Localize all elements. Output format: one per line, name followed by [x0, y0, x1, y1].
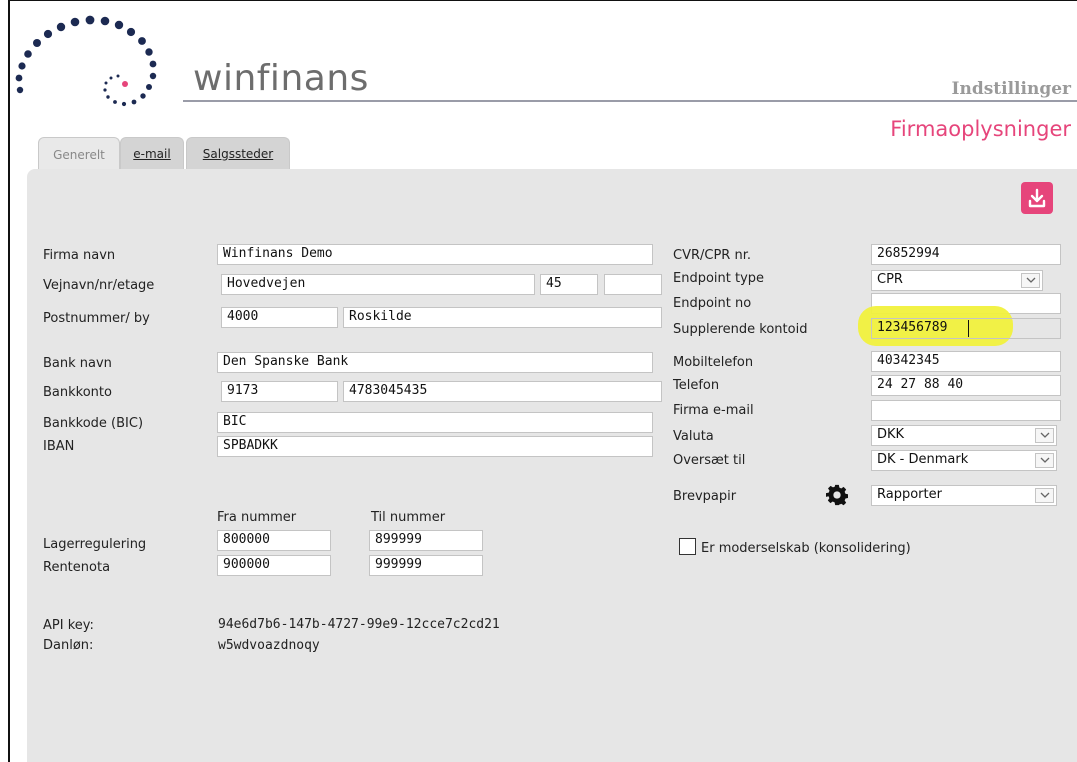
account-number-input[interactable]: 4783045435 [343, 381, 662, 402]
gear-icon[interactable] [826, 484, 848, 506]
brevpapir-value: Rapporter [877, 487, 942, 502]
window-frame-top [8, 0, 1077, 1]
oversaet-select[interactable]: DK - Denmark [871, 450, 1057, 471]
moderselskab-label: Er moderselskab (konsolidering) [701, 541, 911, 556]
supplerende-input[interactable]: 123456789 [871, 318, 1061, 339]
telefon-input[interactable]: 24 27 88 40 [871, 375, 1061, 396]
api-key-value: 94e6d7b6-147b-4727-99e9-12cce7c2cd21 [218, 617, 500, 632]
endpoint-no-label: Endpoint no [673, 296, 752, 311]
oversaet-label: Oversæt til [673, 453, 746, 468]
endpoint-type-label: Endpoint type [673, 271, 765, 286]
firma-email-input[interactable] [871, 400, 1061, 421]
city-input[interactable]: Roskilde [343, 307, 662, 328]
bankkode-label: Bankkode (BIC) [43, 416, 144, 431]
bankkonto-label: Bankkonto [43, 385, 112, 400]
valuta-label: Valuta [673, 429, 714, 444]
floor-input[interactable] [604, 274, 662, 295]
postnummer-label: Postnummer/ by [43, 311, 150, 326]
tab-salgssteder[interactable]: Salgssteder [186, 137, 290, 169]
chevron-down-icon[interactable] [1035, 453, 1054, 468]
download-button[interactable] [1021, 182, 1053, 214]
rentenota-to-input[interactable]: 999999 [369, 555, 483, 576]
chevron-down-icon[interactable] [1035, 428, 1054, 443]
tab-email-label[interactable]: e-mail [133, 147, 170, 161]
brevpapir-label: Brevpapir [673, 489, 737, 504]
house-number-input[interactable]: 45 [540, 274, 598, 295]
page-title: Firmaoplysninger [890, 117, 1071, 141]
endpoint-type-select[interactable]: CPR [871, 270, 1043, 291]
danlon-label: Danløn: [43, 638, 94, 653]
cvr-input[interactable]: 26852994 [871, 244, 1061, 265]
endpoint-type-value: CPR [877, 272, 903, 287]
cvr-label: CVR/CPR nr. [673, 248, 751, 263]
oversaet-value: DK - Denmark [877, 452, 969, 467]
api-key-label: API key: [43, 618, 94, 633]
reg-number-input[interactable]: 9173 [221, 381, 338, 402]
app-name: winfinans [193, 58, 369, 99]
lagerregulering-from-input[interactable]: 800000 [217, 530, 331, 551]
window-frame-left [8, 0, 10, 762]
bank-navn-input[interactable]: Den Spanske Bank [217, 352, 653, 373]
brevpapir-select[interactable]: Rapporter [871, 485, 1057, 506]
rentenota-label: Rentenota [43, 560, 111, 575]
iban-label: IBAN [43, 439, 75, 454]
supplerende-label: Supplerende kontoid [673, 322, 808, 337]
zip-input[interactable]: 4000 [221, 307, 338, 328]
lagerregulering-label: Lagerregulering [43, 537, 147, 552]
lagerregulering-to-input[interactable]: 899999 [369, 530, 483, 551]
vejnavn-label: Vejnavn/nr/etage [43, 278, 155, 293]
download-icon [1028, 188, 1046, 208]
text-cursor [968, 320, 969, 337]
tab-generelt[interactable]: Generelt [38, 137, 120, 171]
moderselskab-checkbox[interactable] [679, 538, 696, 555]
tab-generelt-label: Generelt [53, 147, 105, 162]
tab-email[interactable]: e-mail [120, 137, 184, 169]
firma-email-label: Firma e-mail [673, 403, 754, 418]
valuta-value: DKK [877, 427, 905, 442]
bic-input[interactable]: BIC [217, 412, 653, 433]
to-number-header: Til nummer [371, 510, 446, 525]
mobil-label: Mobiltelefon [673, 355, 754, 370]
bank-navn-label: Bank navn [43, 356, 112, 371]
rentenota-from-input[interactable]: 900000 [217, 555, 331, 576]
iban-input[interactable]: SPBADKK [217, 436, 653, 457]
from-number-header: Fra nummer [217, 510, 297, 525]
settings-link[interactable]: Indstillinger [952, 79, 1071, 99]
header-divider [183, 100, 1077, 102]
street-input[interactable]: Hovedvejen [221, 274, 535, 295]
firma-navn-label: Firma navn [43, 248, 116, 263]
chevron-down-icon[interactable] [1035, 488, 1054, 503]
telefon-label: Telefon [673, 378, 720, 393]
firma-navn-input[interactable]: Winfinans Demo [217, 244, 653, 265]
valuta-select[interactable]: DKK [871, 425, 1057, 446]
chevron-down-icon[interactable] [1021, 273, 1040, 288]
tab-salgssteder-label[interactable]: Salgssteder [203, 147, 273, 161]
mobil-input[interactable]: 40342345 [871, 351, 1061, 372]
winfinans-logo [15, 15, 157, 107]
danlon-value: w5wdvoazdnoqy [218, 638, 320, 653]
